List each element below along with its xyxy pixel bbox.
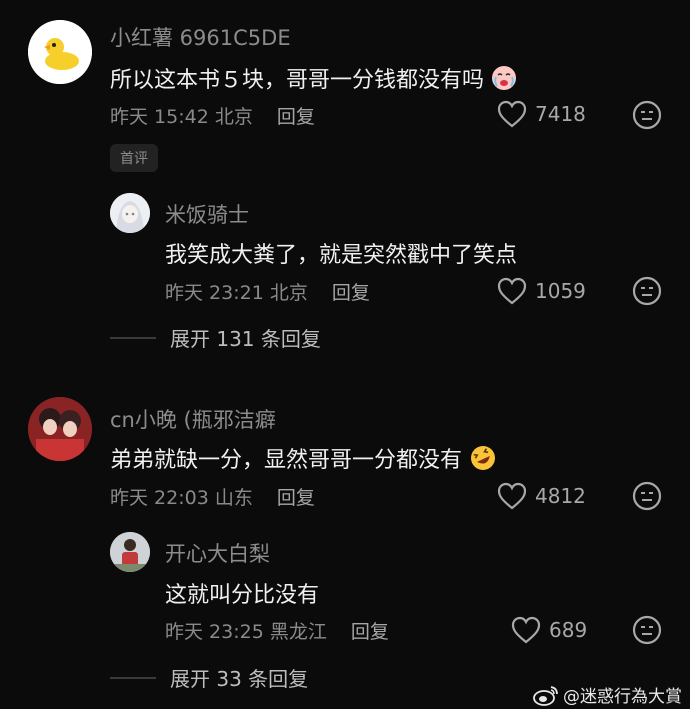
crying-face-emoji: [491, 65, 517, 97]
reply-button[interactable]: 回复: [332, 282, 370, 304]
like-count: 4812: [535, 484, 586, 508]
reply-meta: 昨天 23:25 黑龙江 回复: [165, 617, 389, 644]
meh-face-icon[interactable]: [632, 615, 662, 649]
rofl-face-emoji: [469, 444, 497, 478]
meh-face-icon[interactable]: [632, 481, 662, 515]
like-count: 689: [549, 618, 588, 642]
like-count: 1059: [535, 279, 586, 303]
first-comment-badge: 首评: [110, 144, 158, 172]
comment-time: 昨天 22:03 山东: [110, 487, 253, 509]
like-button[interactable]: 4812: [497, 482, 586, 510]
avatar-duck[interactable]: [28, 20, 92, 84]
reply-text: 这就叫分比没有: [165, 583, 320, 608]
reply-button[interactable]: 回复: [351, 621, 389, 643]
comment-username[interactable]: cn小晚 (瓶邪洁癖: [110, 404, 276, 434]
comment-text-content: 所以这本书５块，哥哥一分钱都没有吗: [110, 68, 485, 93]
comment-text-content: 弟弟就缺一分，显然哥哥一分都没有: [110, 448, 463, 473]
comment-username[interactable]: 小红薯 6961C5DE: [110, 22, 291, 52]
comment-text: 所以这本书５块，哥哥一分钱都没有吗: [110, 62, 517, 97]
heart-outline-icon: [497, 100, 527, 128]
expand-replies-button[interactable]: 展开 131 条回复: [110, 323, 321, 352]
reply-button[interactable]: 回复: [277, 106, 315, 128]
avatar-anime-girl[interactable]: [110, 193, 150, 233]
like-button[interactable]: 689: [511, 616, 587, 644]
reply-time: 昨天 23:21 北京: [165, 282, 308, 304]
meh-face-icon[interactable]: [632, 100, 662, 134]
reply-username[interactable]: 开心大白梨: [165, 538, 270, 568]
divider-line: [110, 676, 156, 679]
like-button[interactable]: 1059: [497, 277, 586, 305]
meh-face-icon[interactable]: [632, 276, 662, 310]
like-count: 7418: [535, 102, 586, 126]
heart-outline-icon: [497, 482, 527, 510]
reply-meta: 昨天 23:21 北京 回复: [165, 278, 370, 305]
avatar-runner[interactable]: [110, 532, 150, 572]
divider-line: [110, 336, 156, 339]
reply-text: 我笑成大粪了，就是突然戳中了笑点: [165, 243, 518, 268]
expand-replies-button[interactable]: 展开 33 条回复: [110, 663, 308, 692]
weibo-watermark: @迷惑行為大賞: [533, 682, 682, 707]
avatar-red-figures[interactable]: [28, 397, 92, 461]
reply-username[interactable]: 米饭骑士: [165, 199, 249, 229]
weibo-logo: [533, 685, 558, 706]
expand-replies-label: 展开 33 条回复: [170, 667, 309, 691]
watermark-text: @迷惑行為大賞: [563, 687, 682, 707]
heart-outline-icon: [497, 277, 527, 305]
comment-meta: 昨天 22:03 山东 回复: [110, 483, 315, 510]
comment-meta: 昨天 15:42 北京 回复: [110, 102, 315, 129]
heart-outline-icon: [511, 616, 541, 644]
like-button[interactable]: 7418: [497, 100, 586, 128]
expand-replies-label: 展开 131 条回复: [170, 327, 321, 351]
reply-time: 昨天 23:25 黑龙江: [165, 621, 327, 643]
comment-text: 弟弟就缺一分，显然哥哥一分都没有: [110, 442, 497, 478]
reply-button[interactable]: 回复: [277, 487, 315, 509]
comment-time: 昨天 15:42 北京: [110, 106, 253, 128]
